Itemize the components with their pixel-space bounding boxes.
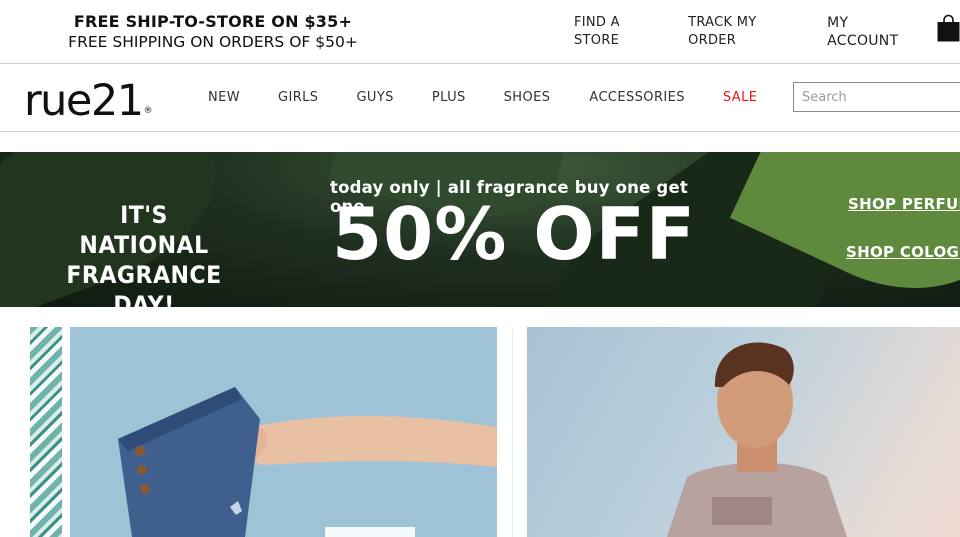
main-navigation: rue21® NEW GIRLS GUYS PLUS SHOES ACCESSO… — [0, 65, 960, 132]
search-input[interactable] — [793, 82, 960, 112]
utility-links: FIND A STORE TRACK MY ORDER MY ACCOUNT — [574, 14, 960, 50]
fragrance-day-hero-banner[interactable]: IT'S NATIONAL FRAGRANCE DAY! today only … — [0, 152, 960, 307]
jeans-promo-panel[interactable] — [70, 327, 497, 537]
nav-accessories[interactable]: ACCESSORIES — [589, 89, 685, 107]
promo-line-1: FREE SHIP-TO-STORE ON $35+ — [73, 12, 353, 31]
jeans-hand-illustration — [118, 387, 497, 537]
top-promo-bar: FREE SHIP-TO-STORE ON $35+ FREE SHIPPING… — [0, 0, 960, 64]
nav-shoes[interactable]: SHOES — [504, 89, 551, 107]
nav-guys[interactable]: GUYS — [356, 89, 393, 107]
hero-discount: 50% OFF — [332, 192, 696, 276]
logo-text: rue21 — [24, 76, 144, 126]
shop-perfume-link[interactable]: SHOP PERFUM — [848, 195, 960, 213]
panel-divider — [512, 327, 513, 537]
model-illustration — [667, 342, 847, 537]
nav-sale[interactable]: SALE — [723, 89, 757, 107]
pattern-strip — [30, 327, 62, 537]
find-a-store-link[interactable]: FIND A STORE — [574, 14, 668, 50]
hero-headline-line-2: FRAGRANCE DAY! — [66, 261, 222, 307]
shopping-bag-icon[interactable] — [937, 14, 960, 42]
track-my-order-link[interactable]: TRACK MY ORDER — [688, 14, 807, 50]
category-nav: NEW GIRLS GUYS PLUS SHOES ACCESSORIES SA… — [208, 89, 795, 107]
nav-girls[interactable]: GIRLS — [278, 89, 318, 107]
registered-mark: ® — [143, 106, 153, 116]
guys-promo-panel[interactable] — [527, 327, 960, 537]
nav-plus[interactable]: PLUS — [432, 89, 466, 107]
my-account-link[interactable]: MY ACCOUNT — [827, 14, 923, 50]
hero-headline-line-1: IT'S NATIONAL — [79, 201, 209, 259]
nav-new[interactable]: NEW — [208, 89, 240, 107]
promo-line-2: FREE SHIPPING ON ORDERS OF $50+ — [68, 33, 358, 51]
shop-cologne-link[interactable]: SHOP COLOGN — [846, 243, 960, 261]
shipping-promo[interactable]: FREE SHIP-TO-STORE ON $35+ FREE SHIPPING… — [40, 12, 386, 52]
rue21-logo[interactable]: rue21® — [24, 77, 153, 137]
hero-headline: IT'S NATIONAL FRAGRANCE DAY! — [52, 200, 236, 307]
